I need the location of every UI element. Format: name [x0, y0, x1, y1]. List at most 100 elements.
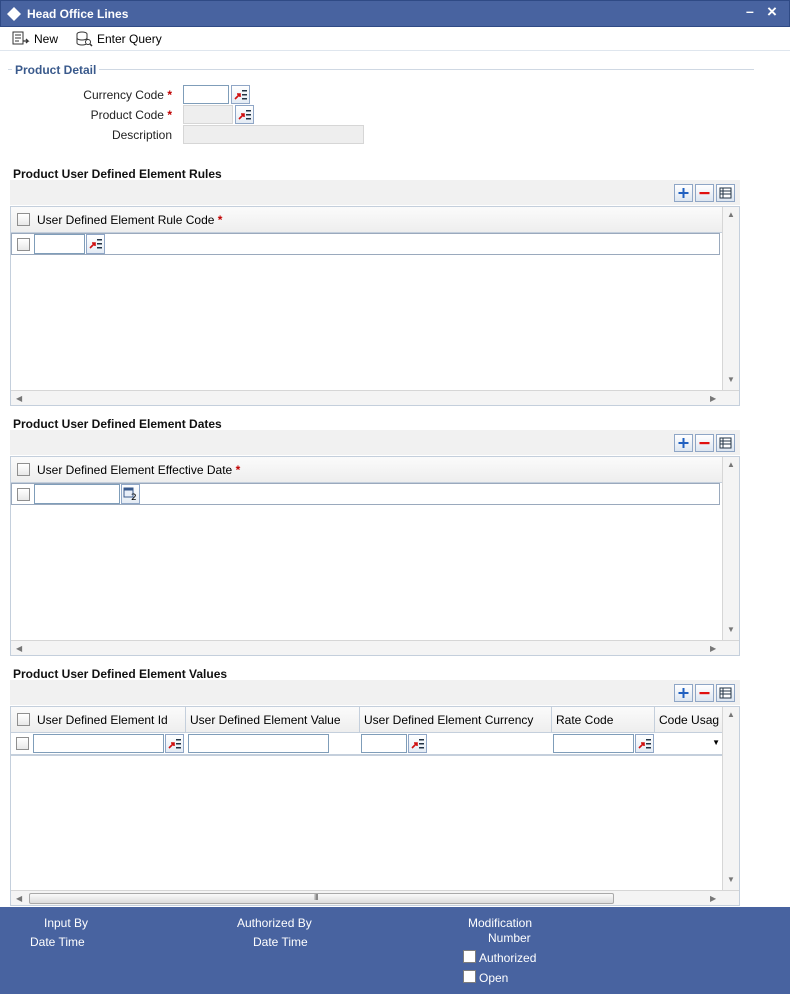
rules-select-all-checkbox[interactable] [17, 213, 30, 226]
minimize-icon[interactable]: – [746, 3, 754, 19]
rate-code-lov-button[interactable] [635, 734, 654, 753]
dates-horizontal-scrollbar[interactable]: ◀ ▶ [11, 640, 739, 655]
table-row: 2 [11, 483, 720, 505]
currency-code-label: Currency Code * [83, 88, 172, 102]
input-by-label: Input By [44, 916, 89, 930]
list-view-icon [719, 687, 732, 699]
product-detail-legend: Product Detail [12, 63, 100, 77]
description-label: Description [111, 128, 172, 142]
list-of-values-icon [411, 739, 424, 749]
authorized-checkbox[interactable] [463, 950, 476, 963]
rule-code-input[interactable] [34, 234, 85, 254]
number-label: Number [488, 931, 531, 945]
scroll-down-icon[interactable]: ▼ [727, 625, 735, 635]
dates-grid: User Defined Element Effective Date * 2 … [10, 456, 740, 656]
product-code-lov-button[interactable] [235, 105, 254, 124]
new-button[interactable]: New [12, 30, 58, 48]
currency-code-lov-button[interactable] [231, 85, 250, 104]
list-view-icon [719, 187, 732, 199]
rules-horizontal-scrollbar[interactable]: ◀ ▶ [11, 390, 739, 405]
currency-code-input[interactable] [183, 85, 229, 104]
enter-query-button[interactable]: Enter Query [75, 30, 162, 48]
values-single-view-button[interactable] [716, 684, 735, 702]
diamond-logo-icon [7, 7, 21, 21]
element-id-lov-button[interactable] [165, 734, 184, 753]
dates-section-title: Product User Defined Element Dates [13, 417, 222, 431]
table-row: ▼ [11, 733, 722, 755]
product-code-input[interactable] [183, 105, 233, 124]
enter-query-label: Enter Query [97, 32, 162, 46]
rule-code-column-header: User Defined Element Rule Code * [37, 213, 223, 227]
row-divider [11, 755, 722, 756]
open-checkbox[interactable] [463, 970, 476, 983]
minus-icon [699, 692, 710, 695]
row-select-checkbox[interactable] [17, 238, 30, 251]
toolbar: New Enter Query [0, 27, 790, 51]
rule-code-lov-button[interactable] [86, 234, 105, 254]
required-marker: * [167, 88, 172, 102]
product-detail-divider [8, 69, 754, 70]
svg-text:2: 2 [131, 493, 137, 501]
element-currency-input[interactable] [361, 734, 407, 753]
authorized-label: Authorized [479, 951, 537, 965]
query-database-icon [76, 31, 93, 47]
dates-single-view-button[interactable] [716, 434, 735, 452]
code-usage-select[interactable]: ▼ [657, 734, 722, 753]
element-value-input[interactable] [188, 734, 329, 753]
open-label: Open [479, 971, 509, 985]
authorized-date-time-label: Date Time [253, 935, 308, 949]
scroll-left-icon[interactable]: ◀ [16, 394, 22, 404]
scroll-right-icon[interactable]: ▶ [710, 894, 716, 904]
dates-add-row-button[interactable] [674, 434, 693, 452]
scroll-down-icon[interactable]: ▼ [727, 875, 735, 885]
scroll-right-icon[interactable]: ▶ [710, 394, 716, 404]
audit-footer: Input By Date Time Authorized By Date Ti… [0, 907, 790, 994]
effective-date-input[interactable] [34, 484, 120, 504]
values-vertical-scrollbar[interactable]: ▲ ▼ [722, 707, 739, 890]
scroll-right-icon[interactable]: ▶ [710, 644, 716, 654]
element-value-column-header: User Defined Element Value [186, 707, 360, 733]
element-id-input[interactable] [33, 734, 164, 753]
rules-vertical-scrollbar[interactable]: ▲ ▼ [722, 207, 739, 390]
dates-select-all-checkbox[interactable] [17, 463, 30, 476]
row-select-checkbox[interactable] [16, 737, 29, 750]
list-of-values-icon [168, 739, 181, 749]
authorized-by-label: Authorized By [237, 916, 312, 930]
dates-delete-row-button[interactable] [695, 434, 714, 452]
scroll-down-icon[interactable]: ▼ [727, 375, 735, 385]
scroll-up-icon[interactable]: ▲ [727, 460, 735, 470]
horizontal-scroll-thumb[interactable]: III [29, 893, 614, 904]
window-title: Head Office Lines [27, 7, 129, 21]
rules-delete-row-button[interactable] [695, 184, 714, 202]
scroll-up-icon[interactable]: ▲ [727, 210, 735, 220]
scroll-left-icon[interactable]: ◀ [16, 644, 22, 654]
dates-vertical-scrollbar[interactable]: ▲ ▼ [722, 457, 739, 640]
code-usage-column-header: Code Usag [659, 713, 720, 727]
plus-icon [678, 438, 689, 448]
values-add-row-button[interactable] [674, 684, 693, 702]
values-select-all-checkbox[interactable] [17, 713, 30, 726]
rate-code-input[interactable] [553, 734, 634, 753]
values-horizontal-scrollbar[interactable]: ◀ III ▶ [11, 890, 739, 905]
product-code-label: Product Code * [90, 108, 172, 122]
description-input[interactable] [183, 125, 364, 144]
scroll-up-icon[interactable]: ▲ [727, 710, 735, 720]
close-icon[interactable]: × [767, 2, 777, 22]
scroll-left-icon[interactable]: ◀ [16, 894, 22, 904]
list-of-values-icon [234, 90, 247, 100]
rules-add-row-button[interactable] [674, 184, 693, 202]
values-delete-row-button[interactable] [695, 684, 714, 702]
effective-date-column-header: User Defined Element Effective Date * [37, 463, 241, 477]
list-of-values-icon [89, 239, 102, 249]
rate-code-column-header: Rate Code [552, 707, 655, 733]
calendar-button[interactable]: 2 [121, 484, 140, 504]
rules-toolbar-strip [10, 180, 740, 205]
rules-single-view-button[interactable] [716, 184, 735, 202]
table-row [11, 233, 720, 255]
required-marker: * [167, 108, 172, 122]
dates-grid-header: User Defined Element Effective Date * [11, 457, 722, 483]
new-label: New [34, 32, 59, 46]
row-select-checkbox[interactable] [17, 488, 30, 501]
minus-icon [699, 192, 710, 195]
element-currency-lov-button[interactable] [408, 734, 427, 753]
